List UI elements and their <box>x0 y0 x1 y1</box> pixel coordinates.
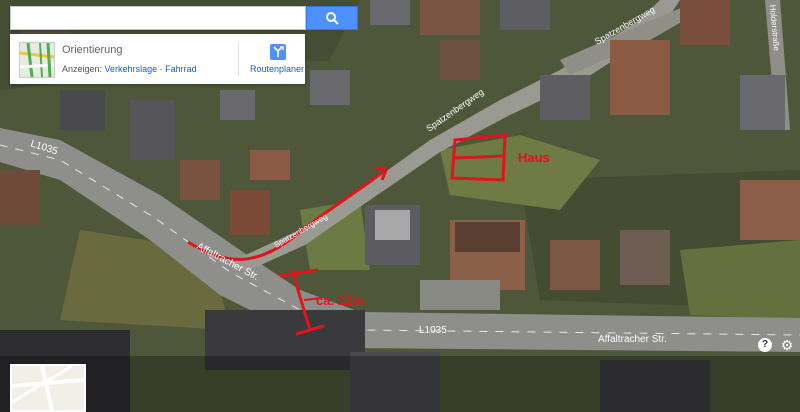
card-layer-links: Anzeigen: Verkehrslage · Fahrrad <box>62 64 197 74</box>
gear-icon[interactable]: ⚙ <box>780 338 794 352</box>
traffic-link[interactable]: Verkehrslage <box>105 64 158 74</box>
search-icon <box>326 12 339 25</box>
help-icon[interactable]: ? <box>758 338 772 352</box>
bike-link[interactable]: Fahrrad <box>165 64 197 74</box>
orientation-card: Orientierung Anzeigen: Verkehrslage · Fa… <box>10 34 305 84</box>
annotation-distance: ca. 12m <box>316 293 364 308</box>
label-l1035-center: L1035 <box>419 325 447 336</box>
link-separator: · <box>159 64 163 74</box>
search-box[interactable] <box>10 6 306 30</box>
mini-map-icon <box>12 366 84 410</box>
route-planner-icon[interactable] <box>270 44 286 60</box>
card-title: Orientierung <box>62 44 123 56</box>
map-type-thumbnail[interactable] <box>19 42 55 78</box>
mini-map-toggle[interactable] <box>10 364 86 412</box>
route-planner-link[interactable]: Routenplaner <box>250 64 304 74</box>
annotation-haus: Haus <box>518 150 550 165</box>
bottom-overlay <box>0 356 800 412</box>
label-affaltracher-right: Affaltracher Str. <box>598 334 667 345</box>
map-thumbnail-icon <box>20 43 54 77</box>
card-divider <box>238 42 239 76</box>
search-button[interactable] <box>306 6 358 30</box>
search-input[interactable] <box>11 7 305 29</box>
show-label: Anzeigen: <box>62 64 103 74</box>
